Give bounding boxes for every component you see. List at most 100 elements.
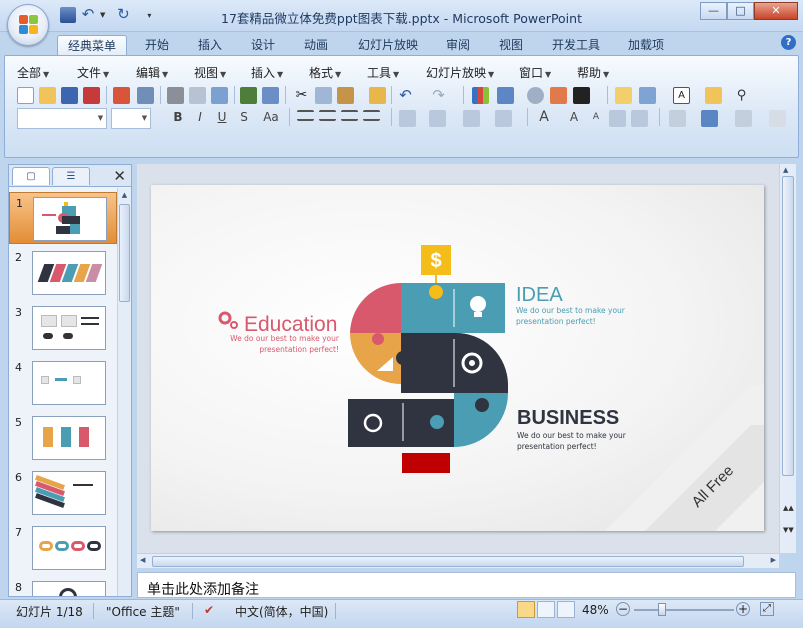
arrange-icon[interactable]	[701, 110, 718, 127]
fit-to-window-icon[interactable]: ⤢	[760, 602, 774, 616]
new-slide-icon[interactable]	[615, 87, 632, 104]
copy-icon[interactable]	[315, 87, 332, 104]
justify-icon[interactable]	[363, 110, 380, 121]
notes-placeholder[interactable]: 单击此处添加备注	[147, 579, 259, 599]
save-icon[interactable]	[61, 87, 78, 104]
font-color-button[interactable]: A	[535, 108, 553, 126]
publish-icon[interactable]	[137, 87, 154, 104]
picture-icon[interactable]	[550, 87, 567, 104]
minimize-button[interactable]: —	[700, 2, 727, 20]
change-case-button[interactable]: Aa	[259, 108, 283, 126]
font-size-combo[interactable]: ▼	[111, 108, 151, 129]
zoom-in-icon[interactable]: +	[736, 602, 750, 616]
slideshow-view-button[interactable]	[557, 601, 575, 618]
menu-help[interactable]: 帮助 ▼	[577, 64, 609, 81]
print-preview-icon[interactable]	[113, 87, 130, 104]
research-icon[interactable]	[262, 87, 279, 104]
language[interactable]: 中文(简体，中国)	[235, 603, 328, 620]
italic-button[interactable]: I	[191, 108, 209, 126]
spell-check-icon[interactable]: ✔	[204, 603, 214, 617]
open-icon[interactable]	[39, 87, 56, 104]
tab-slideshow[interactable]: 幻灯片放映	[350, 35, 426, 55]
menu-view[interactable]: 视图 ▼	[194, 64, 226, 81]
education-description[interactable]: We do our best to make your presentation…	[221, 333, 339, 355]
tab-home[interactable]: 开始	[137, 35, 177, 55]
tab-addins[interactable]: 加载项	[620, 35, 672, 55]
spelling-icon[interactable]	[240, 87, 257, 104]
scroll-right-icon[interactable]: ▶	[771, 556, 776, 564]
slide-thumbnail-5[interactable]: 5	[9, 412, 117, 464]
clipart-icon[interactable]	[527, 87, 544, 104]
zoom-slider-thumb[interactable]	[657, 603, 666, 616]
help-icon[interactable]: ?	[781, 35, 796, 50]
bullets-icon[interactable]	[495, 110, 512, 127]
align-center-icon[interactable]	[319, 110, 336, 121]
close-icon[interactable]: ✕	[113, 167, 126, 185]
grow-font-button[interactable]: A	[565, 108, 583, 126]
tab-animation[interactable]: 动画	[296, 35, 336, 55]
tab-outline[interactable]: ☰	[52, 167, 90, 185]
format-painter-icon[interactable]	[369, 87, 386, 104]
font-name-combo[interactable]: ▼	[17, 108, 107, 129]
thumbnail-scrollbar[interactable]: ▲	[117, 188, 131, 596]
horizontal-scrollbar[interactable]: ◀ ▶	[137, 553, 779, 568]
shape-fill-icon[interactable]	[769, 110, 786, 127]
slide-layout-icon[interactable]	[639, 87, 656, 104]
tab-classic-menu[interactable]: 经典菜单	[57, 35, 127, 55]
menu-edit[interactable]: 编辑 ▼	[136, 64, 168, 81]
line-spacing-icon[interactable]	[429, 110, 446, 127]
scrollbar-thumb[interactable]	[782, 176, 794, 476]
tab-view[interactable]: 视图	[491, 35, 531, 55]
undo-icon[interactable]: ↶	[397, 87, 414, 104]
menu-window[interactable]: 窗口 ▼	[519, 64, 551, 81]
tab-slides[interactable]: ▢	[12, 167, 50, 185]
scrollbar-thumb[interactable]	[119, 204, 130, 302]
print-icon[interactable]	[167, 87, 184, 104]
redo-icon[interactable]: ↷	[430, 87, 447, 104]
quick-styles-icon[interactable]	[735, 110, 752, 127]
bold-button[interactable]: B	[169, 108, 187, 126]
menu-tools[interactable]: 工具 ▼	[367, 64, 399, 81]
tab-insert[interactable]: 插入	[190, 35, 230, 55]
zoom-slider[interactable]	[634, 609, 734, 611]
scrollbar-thumb[interactable]	[152, 556, 744, 567]
previous-slide-icon[interactable]: ▲▲	[783, 504, 794, 512]
slide-thumbnail-7[interactable]: 7	[9, 522, 117, 574]
zoom-icon[interactable]: ⚲	[733, 87, 750, 104]
slide-thumbnail-1[interactable]: 1	[9, 192, 117, 244]
table-icon[interactable]	[497, 87, 514, 104]
decrease-indent-icon[interactable]	[609, 110, 626, 127]
office-button[interactable]	[7, 4, 49, 46]
layout-icon[interactable]	[211, 87, 228, 104]
tab-design[interactable]: 设计	[243, 35, 283, 55]
shrink-font-button[interactable]: A	[587, 108, 605, 126]
next-slide-icon[interactable]: ▼▼	[783, 526, 794, 534]
align-right-icon[interactable]	[341, 110, 358, 121]
shapes-icon[interactable]	[669, 110, 686, 127]
slide-thumbnail-2[interactable]: 2	[9, 247, 117, 299]
normal-view-button[interactable]	[517, 601, 535, 618]
text-box-icon[interactable]: A	[673, 87, 690, 104]
chart-icon[interactable]	[472, 87, 489, 104]
permission-icon[interactable]	[83, 87, 100, 104]
slide-thumbnail-8[interactable]: 8	[9, 577, 117, 596]
zoom-out-icon[interactable]: −	[616, 602, 630, 616]
cut-icon[interactable]: ✂	[293, 87, 310, 104]
slide-scrollbar[interactable]: ▲ ▲▲ ▼▼	[779, 164, 796, 553]
idea-title[interactable]: IDEA	[516, 284, 563, 307]
scroll-left-icon[interactable]: ◀	[140, 556, 145, 564]
text-direction-icon[interactable]	[399, 110, 416, 127]
slide-canvas[interactable]: $ Education We do our best to make your …	[151, 185, 764, 531]
new-icon[interactable]	[17, 87, 34, 104]
zoom-level[interactable]: 48%	[582, 603, 609, 617]
align-left-icon[interactable]	[297, 110, 314, 121]
folder-icon[interactable]	[705, 87, 722, 104]
colors-icon[interactable]	[573, 87, 590, 104]
notes-pane[interactable]: 单击此处添加备注	[137, 572, 796, 598]
tab-review[interactable]: 审阅	[438, 35, 478, 55]
preview-icon[interactable]	[189, 87, 206, 104]
close-button[interactable]: ✕	[754, 2, 798, 20]
shadow-button[interactable]: S	[235, 108, 253, 126]
slide-sorter-view-button[interactable]	[537, 601, 555, 618]
numbering-icon[interactable]	[463, 110, 480, 127]
